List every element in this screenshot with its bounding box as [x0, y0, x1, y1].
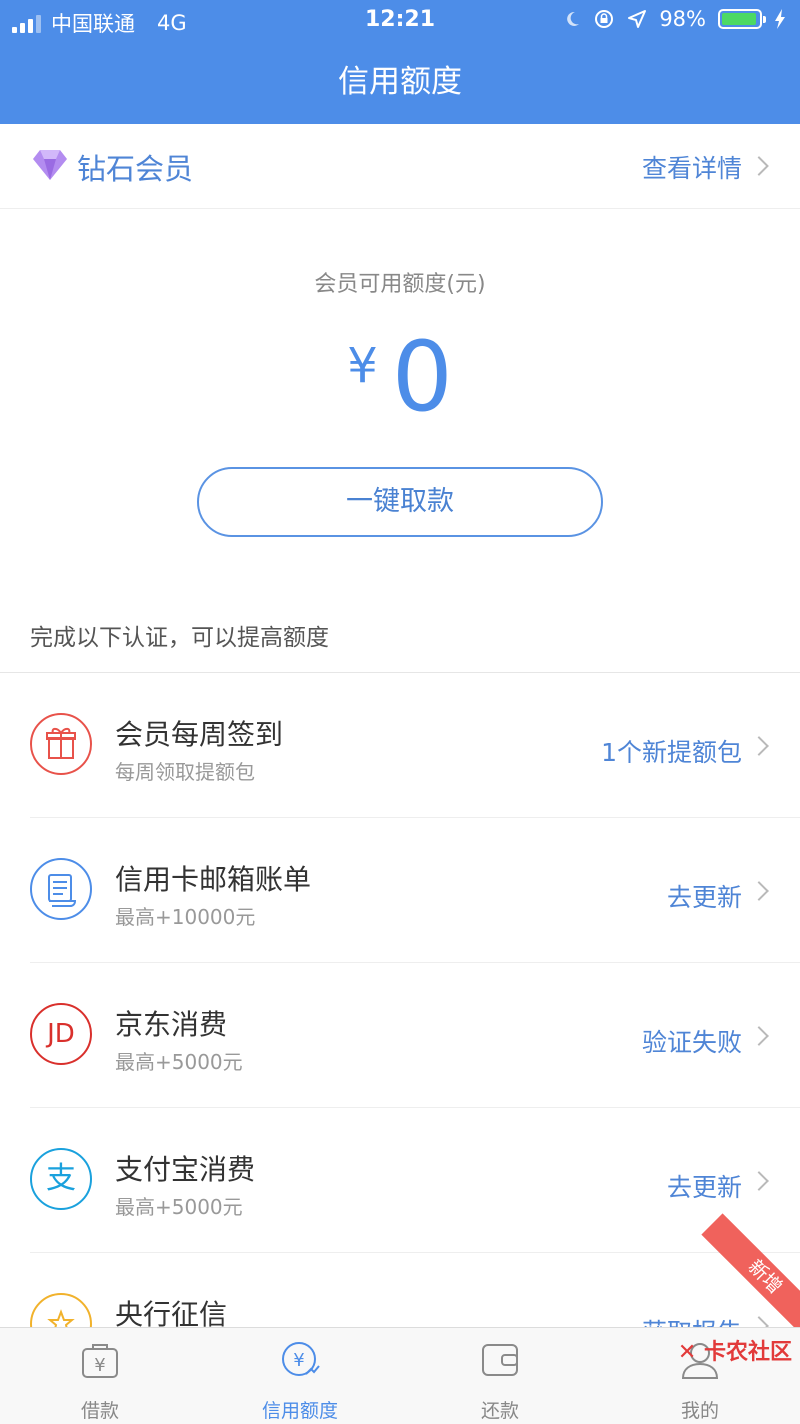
tab-credit-limit[interactable]: ¥ 信用额度 [200, 1328, 400, 1424]
watermark-logo-icon: ✕ [677, 1340, 697, 1365]
tab-loan[interactable]: ¥ 借款 [0, 1328, 200, 1424]
alipay-glyph: 支 [46, 1161, 76, 1196]
chevron-right-icon [749, 156, 769, 176]
quota-label: 会员可用额度(元) [314, 272, 486, 297]
available-amount: ¥0 [0, 322, 800, 432]
verification-item-alipay[interactable]: 支 支付宝消费 最高+5000元 去更新 [0, 1108, 800, 1253]
credit-limit-icon: ¥ [282, 1342, 320, 1376]
item-title: 会员每周签到 [115, 718, 284, 751]
chevron-right-icon [749, 736, 769, 756]
tab-label: 借款 [80, 1400, 119, 1422]
item-action[interactable]: 验证失败 [642, 1023, 742, 1059]
item-action[interactable]: 1个新提额包 [601, 733, 742, 769]
member-level-label: 钻石会员 [77, 152, 194, 186]
chevron-right-icon [749, 1171, 769, 1191]
verification-item-jd[interactable]: JD 京东消费 最高+5000元 验证失败 [0, 963, 800, 1108]
diamond-icon [33, 150, 67, 180]
verification-item-credit-card-bill[interactable]: 信用卡邮箱账单 最高+10000元 去更新 [0, 818, 800, 963]
tab-label: 我的 [680, 1400, 719, 1422]
page-title: 信用额度 [338, 64, 462, 100]
verification-item-weekly-signin[interactable]: 会员每周签到 每周领取提额包 1个新提额包 [0, 673, 800, 818]
jd-icon: JD [30, 1003, 92, 1065]
rotation-lock-icon [595, 10, 614, 28]
item-title: 支付宝消费 [115, 1153, 256, 1186]
chevron-right-icon [749, 881, 769, 901]
moon-icon [567, 11, 580, 26]
item-action[interactable]: 去更新 [667, 878, 742, 914]
wallet-icon [482, 1344, 518, 1376]
item-title: 京东消费 [115, 1008, 228, 1041]
currency-symbol: ¥ [347, 338, 378, 394]
watermark-text: 卡农社区 [703, 1340, 792, 1365]
item-subtitle: 最高+10000元 [115, 905, 256, 929]
tab-label: 信用额度 [261, 1400, 338, 1422]
watermark: ✕ 卡农社区 [678, 1334, 792, 1366]
item-subtitle: 最高+5000元 [115, 1195, 243, 1219]
svg-text:¥: ¥ [94, 1355, 105, 1376]
loan-bag-icon: ¥ [82, 1344, 118, 1378]
member-row[interactable]: 钻石会员 查看详情 [0, 124, 800, 209]
gift-icon [30, 713, 92, 775]
charging-bolt-icon [775, 9, 785, 29]
withdraw-button[interactable]: 一键取款 [197, 467, 603, 537]
tab-label: 还款 [480, 1400, 519, 1422]
location-arrow-icon [628, 10, 647, 28]
svg-text:¥: ¥ [293, 1350, 304, 1371]
battery-icon [718, 9, 766, 29]
nav-bar: 信用额度 [0, 40, 800, 124]
view-details-link[interactable]: 查看详情 [642, 149, 742, 185]
item-title: 信用卡邮箱账单 [115, 863, 312, 896]
battery-percent: 98% [659, 7, 706, 31]
alipay-icon: 支 [30, 1148, 92, 1210]
item-subtitle: 每周领取提额包 [115, 760, 255, 784]
status-bar: 中国联通 4G 12:21 98% [0, 0, 800, 40]
item-subtitle: 最高+5000元 [115, 1050, 243, 1074]
jd-glyph: JD [47, 1019, 75, 1049]
bill-icon [30, 858, 92, 920]
amount-value: 0 [391, 321, 453, 433]
tab-repay[interactable]: 还款 [400, 1328, 600, 1424]
verification-hint: 完成以下认证，可以提高额度 [30, 625, 329, 651]
chevron-right-icon [749, 1026, 769, 1046]
item-action[interactable]: 去更新 [667, 1168, 742, 1204]
